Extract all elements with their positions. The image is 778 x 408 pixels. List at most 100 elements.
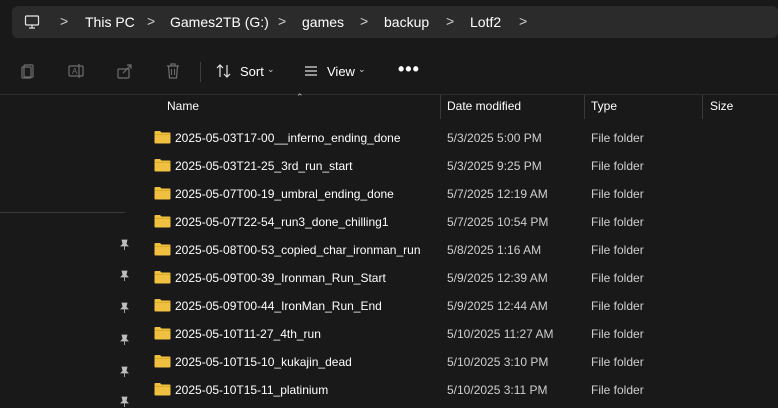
column-header-name[interactable]: Name [167,99,199,113]
table-row[interactable]: 2025-05-03T21-25_3rd_run_start 5/3/2025 9… [136,151,778,179]
svg-text:A: A [72,67,78,76]
breadcrumb-games[interactable]: games [302,14,344,30]
file-name[interactable]: 2025-05-09T00-39_Ironman_Run_Start [175,271,386,285]
table-row[interactable]: 2025-05-10T15-11_platinium 5/10/2025 3:11… [136,375,778,403]
view-chevron-down-icon[interactable]: ⌄ [358,64,366,75]
file-list[interactable]: ⌃ Name Date modified Type Size 2025-05-0… [136,92,778,404]
breadcrumb-separator[interactable]: > [60,13,68,29]
computer-icon[interactable] [24,14,40,30]
pin-icon[interactable] [118,366,130,378]
breadcrumb-separator[interactable]: > [360,13,368,29]
column-header-type[interactable]: Type [591,99,617,113]
folder-icon [154,187,171,200]
sort-ascending-caret-icon: ⌃ [296,92,304,102]
file-name[interactable]: 2025-05-08T00-53_copied_char_ironman_run [175,243,421,257]
file-type: File folder [591,187,644,201]
table-row[interactable]: 2025-05-10T11-27_4th_run 5/10/2025 11:27 … [136,319,778,347]
sort-icon [216,64,231,78]
folder-icon [154,131,171,144]
copy-button[interactable] [16,59,40,83]
file-name[interactable]: 2025-05-07T00-19_umbral_ending_done [175,187,394,201]
date-modified: 5/9/2025 12:44 AM [447,299,548,313]
breadcrumb-separator[interactable]: > [519,13,527,29]
command-bar: A Sort ⌄ View ⌄ ••• [0,48,778,94]
date-modified: 5/8/2025 1:16 AM [447,243,542,257]
table-row[interactable]: 2025-05-09T00-39_Ironman_Run_Start 5/9/20… [136,263,778,291]
file-name[interactable]: 2025-05-09T00-44_IronMan_Run_End [175,299,382,313]
table-row[interactable]: 2025-05-10T15-10_kukajin_dead 5/10/2025 3… [136,347,778,375]
sort-label[interactable]: Sort [240,64,264,79]
breadcrumb-drive[interactable]: Games2TB (G:) [170,14,269,30]
file-type: File folder [591,327,644,341]
delete-icon [167,63,179,79]
breadcrumb-separator[interactable]: > [147,13,155,29]
view-label[interactable]: View [327,64,355,79]
folder-icon [154,159,171,172]
table-row[interactable]: 2025-05-07T00-19_umbral_ending_done 5/7/2… [136,179,778,207]
column-separator[interactable] [440,95,441,119]
date-modified: 5/3/2025 5:00 PM [447,131,542,145]
folder-icon [154,215,171,228]
pin-icon[interactable] [118,270,130,282]
file-type: File folder [591,215,644,229]
toolbar-divider [200,62,201,82]
folder-icon [154,271,171,284]
breadcrumb-lotf2[interactable]: Lotf2 [470,14,501,30]
date-modified: 5/7/2025 12:19 AM [447,187,548,201]
breadcrumb-separator[interactable]: > [446,13,454,29]
navigation-pane[interactable] [0,95,136,407]
file-name[interactable]: 2025-05-10T15-10_kukajin_dead [175,355,352,369]
file-name[interactable]: 2025-05-03T21-25_3rd_run_start [175,159,352,173]
address-bar[interactable]: > This PC > Games2TB (G:) > games > back… [12,6,778,38]
delete-button[interactable] [161,59,185,83]
rename-icon: A [68,64,84,78]
sort-button[interactable] [212,59,236,83]
folder-icon [154,327,171,340]
column-header-date[interactable]: Date modified [447,99,521,113]
file-name[interactable]: 2025-05-10T11-27_4th_run [175,327,321,341]
folder-icon [154,299,171,312]
column-separator[interactable] [584,95,585,119]
pin-icon[interactable] [118,396,130,408]
file-type: File folder [591,299,644,313]
date-modified: 5/10/2025 3:10 PM [447,355,549,369]
date-modified: 5/7/2025 10:54 PM [447,215,549,229]
column-header-size[interactable]: Size [710,99,733,113]
table-row[interactable]: 2025-05-09T00-44_IronMan_Run_End 5/9/2025… [136,291,778,319]
view-icon [305,66,317,76]
date-modified: 5/3/2025 9:25 PM [447,159,542,173]
view-button[interactable] [299,59,323,83]
nav-divider [0,212,125,213]
breadcrumb-this-pc[interactable]: This PC [85,14,135,30]
date-modified: 5/10/2025 11:27 AM [447,327,554,341]
pin-icon[interactable] [118,302,130,314]
folder-icon [154,383,171,396]
file-name[interactable]: 2025-05-03T17-00__inferno_ending_done [175,131,401,145]
table-row[interactable]: 2025-05-07T22-54_run3_done_chilling1 5/7/… [136,207,778,235]
table-row[interactable]: 2025-05-08T00-53_copied_char_ironman_run… [136,235,778,263]
file-type: File folder [591,355,644,369]
folder-icon [154,243,171,256]
share-button[interactable] [113,59,137,83]
file-name[interactable]: 2025-05-10T15-11_platinium [175,383,328,397]
file-type: File folder [591,271,644,285]
pin-icon[interactable] [118,239,130,251]
file-type: File folder [591,383,644,397]
breadcrumb-separator[interactable]: > [278,13,286,29]
date-modified: 5/10/2025 3:11 PM [447,383,548,397]
date-modified: 5/9/2025 12:39 AM [447,271,548,285]
file-type: File folder [591,131,644,145]
column-separator[interactable] [702,95,703,119]
table-row[interactable]: 2025-05-03T17-00__inferno_ending_done 5/3… [136,123,778,151]
file-name[interactable]: 2025-05-07T22-54_run3_done_chilling1 [175,215,389,229]
sort-chevron-down-icon[interactable]: ⌄ [267,64,275,75]
file-type: File folder [591,243,644,257]
share-icon [117,64,132,79]
pin-icon[interactable] [118,334,130,346]
breadcrumb-backup[interactable]: backup [384,14,429,30]
file-type: File folder [591,159,644,173]
rename-button[interactable]: A [64,59,88,83]
folder-icon [154,355,171,368]
copy-icon [21,64,34,79]
more-options-button[interactable]: ••• [398,59,420,80]
